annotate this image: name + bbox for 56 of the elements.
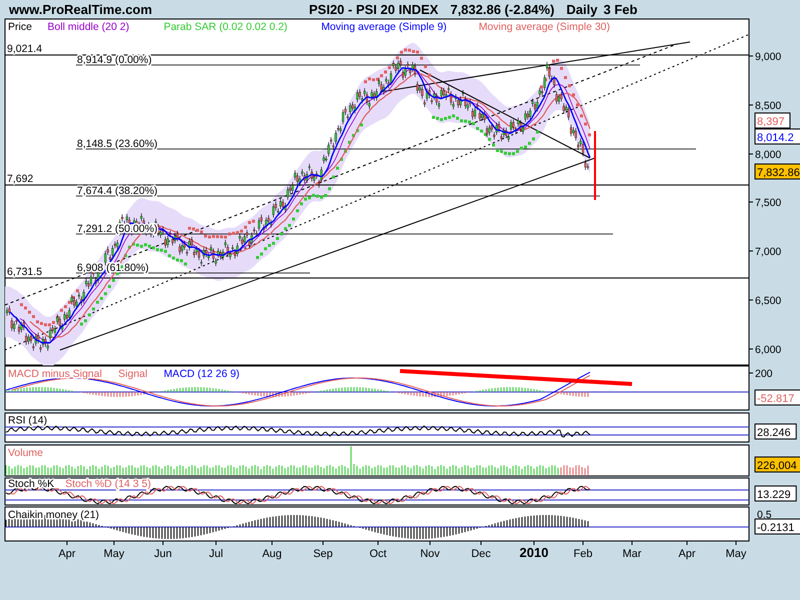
value-label: -0.2131	[754, 518, 800, 534]
axis-tick-label: 7,500	[748, 197, 782, 209]
value-label: 7,832.86	[754, 164, 800, 180]
legend-label: Price	[8, 21, 32, 33]
indicator-label: RSI (14)	[8, 414, 48, 426]
legend-label: Stoch %D (14 3 5)	[65, 478, 151, 490]
month-label: May	[726, 540, 746, 560]
level-label: 6,731.5	[7, 266, 42, 278]
legend-label: MACD (12 26 9)	[164, 368, 240, 380]
axis-tick-label: 200	[748, 368, 773, 380]
indicator-label: Volume	[8, 447, 44, 459]
month-label: Feb	[574, 540, 592, 560]
value-label: 8,014.2	[754, 128, 800, 144]
axis-tick-label: 6,500	[748, 295, 782, 307]
legend-label: MACD minus Signal	[8, 368, 102, 380]
month-label: Apr	[678, 540, 696, 560]
legend-label: Signal	[118, 368, 148, 380]
value-label: -52.817	[754, 390, 800, 406]
month-label: Jul	[208, 540, 224, 560]
month-label: Apr	[58, 540, 76, 560]
month-label: Jun	[154, 540, 172, 560]
legend-label: Parab SAR (0.02 0.02 0.2)	[164, 21, 288, 33]
fibonacci-label: 7,674.4 (38.20%)	[77, 185, 158, 197]
value-label: 13.229	[754, 486, 797, 502]
indicator-label: Chaikin money (21)	[8, 509, 100, 521]
month-label: 2010	[520, 540, 548, 560]
value-label: 226,004	[754, 456, 800, 472]
month-label: Nov	[420, 540, 440, 560]
period-label: Daily	[566, 2, 598, 16]
month-label: Aug	[262, 540, 282, 560]
date-label: 3 Feb	[604, 2, 638, 16]
month-label: Dec	[471, 540, 491, 560]
level-label: 9,021.4	[7, 43, 42, 55]
axis-tick-label: 0.5	[757, 509, 772, 521]
chart-title: PSI20 - PSI 20 INDEX	[309, 2, 438, 16]
legend-label: Stoch %K	[8, 478, 54, 490]
fibonacci-label: 8,148.5 (23.60%)	[77, 138, 158, 150]
quote-value: 7,832.86 (-2.84%)	[450, 2, 554, 16]
fibonacci-label: 8,914.9 (0.00%)	[77, 54, 152, 66]
value-label: 8,397	[754, 112, 790, 128]
legend-label: Moving average (Simple 30)	[478, 21, 610, 33]
month-label: Sep	[313, 540, 333, 560]
axis-tick-label: 7,000	[748, 246, 782, 258]
value-label: 28.246	[754, 424, 797, 440]
legend-label: Moving average (Simple 9)	[321, 21, 447, 33]
legend-label: Boll middle (20 2)	[48, 21, 130, 33]
axis-tick-label: 9,000	[748, 51, 782, 63]
month-label: Oct	[369, 540, 387, 560]
month-label: Mar	[622, 540, 642, 560]
axis-tick-label: 8,500	[748, 100, 782, 112]
axis-tick-label: 6,000	[748, 344, 782, 356]
marker-line	[594, 131, 596, 200]
axis-tick-label: 8,000	[748, 149, 782, 161]
level-label: 7,692	[7, 173, 34, 185]
month-label: May	[104, 540, 124, 560]
site-name: www.ProRealTime.com	[9, 2, 154, 16]
